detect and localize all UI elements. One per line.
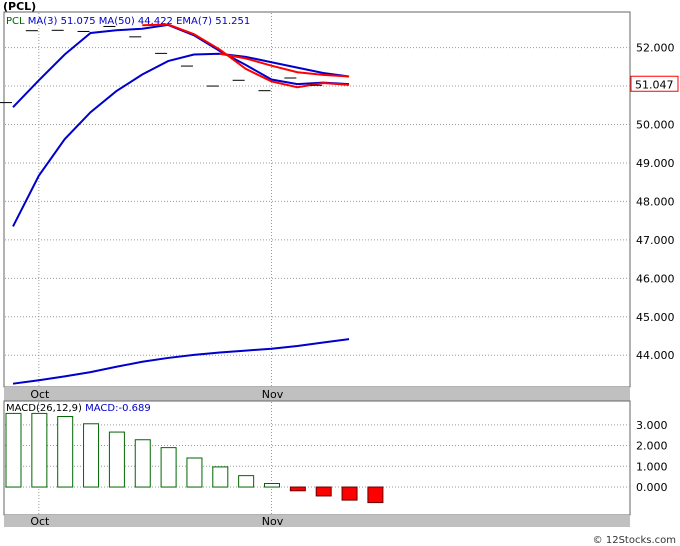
price-x-tick-label: Oct xyxy=(30,388,50,401)
macd-y-tick-label: 1.000 xyxy=(636,460,668,473)
macd-bar xyxy=(31,412,48,488)
macd-y-tick-label: 0.000 xyxy=(636,481,668,494)
price-legend-text: PCL MA(3) 51.075 MA(50) 44.422 EMA(7) 51… xyxy=(6,16,250,27)
macd-y-tick-label: 2.000 xyxy=(636,440,668,453)
chart-ticker-title: (PCL) xyxy=(3,0,36,13)
price-x-axis-strip xyxy=(4,387,630,401)
price-x-tick-label: Nov xyxy=(262,388,284,401)
price-y-tick-label: 48.000 xyxy=(636,195,675,208)
macd-bar xyxy=(212,466,229,488)
price-y-tick-label: 45.000 xyxy=(636,311,675,324)
legend-entry: EMA(7) 51.251 xyxy=(173,16,250,27)
macd-bar xyxy=(134,439,151,488)
macd-legend-text: MACD(26,12,9) MACD:-0.689 xyxy=(6,403,151,414)
price-panel-frame xyxy=(3,11,631,388)
macd-bar xyxy=(83,423,100,488)
current-price-label: 51.047 xyxy=(635,78,674,91)
price-y-tick-label: 49.000 xyxy=(636,157,675,170)
macd-y-axis-labels: 0.000 1.000 2.000 3.000 xyxy=(636,419,668,494)
macd-bar xyxy=(108,431,125,488)
macd-y-tick-label: 3.000 xyxy=(636,419,668,432)
macd-x-axis-strip xyxy=(4,515,630,527)
stock-chart: 44.000 45.000 46.000 47.000 48.000 49.000 50.0… xyxy=(0,0,679,546)
macd-bar xyxy=(289,486,306,492)
macd-bar xyxy=(186,457,203,488)
macd-x-tick-label: Nov xyxy=(262,515,284,528)
footer-credit: © 12Stocks.com xyxy=(593,535,676,546)
price-y-tick-label: 52.000 xyxy=(636,42,675,55)
macd-bar xyxy=(367,486,384,504)
price-y-tick-label: 47.000 xyxy=(636,234,675,247)
macd-bar xyxy=(238,475,255,488)
macd-bar xyxy=(160,447,177,488)
price-legend: PCL MA(3) 51.075 MA(50) 44.422 EMA(7) 51… xyxy=(6,16,250,27)
macd-legend: MACD(26,12,9) MACD:-0.689 xyxy=(6,403,151,414)
legend-entry: MA(3) 51.075 xyxy=(25,16,96,27)
price-y-tick-label: 44.000 xyxy=(636,349,675,362)
legend-entry: PCL xyxy=(6,16,25,27)
price-y-tick-label: 50.000 xyxy=(636,119,675,132)
price-y-tick-label: 46.000 xyxy=(636,272,675,285)
legend-entry: MA(50) 44.422 xyxy=(96,16,173,27)
macd-bar xyxy=(264,483,280,488)
macd-bar xyxy=(57,416,74,488)
macd-bar xyxy=(341,486,358,501)
macd-x-tick-label: Oct xyxy=(30,515,50,528)
macd-bar xyxy=(315,486,332,497)
legend-entry: MACD:-0.689 xyxy=(82,403,151,414)
macd-bar xyxy=(5,412,22,488)
legend-entry: MACD(26,12,9) xyxy=(6,403,82,414)
